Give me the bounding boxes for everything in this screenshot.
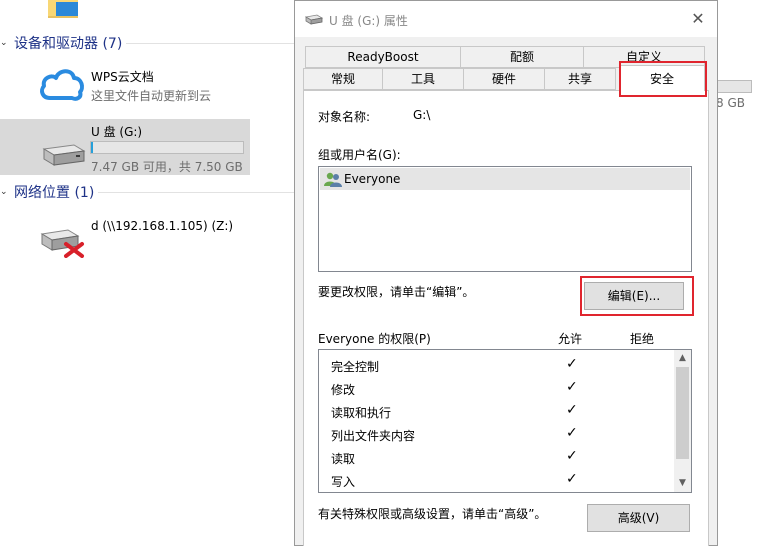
object-name-value: G:\	[413, 108, 431, 122]
network-section-title: 网络位置 (1)	[14, 185, 95, 201]
network-drive-item[interactable]: d (\\192.168.1.105) (Z:)	[0, 214, 250, 262]
close-icon: ✕	[691, 9, 705, 28]
scrollbar[interactable]: ▲ ▼	[674, 350, 691, 492]
allow-check-icon: ✓	[566, 379, 578, 395]
devices-section-title: 设备和驱动器 (7)	[14, 36, 123, 52]
disconnected-drive-icon	[38, 222, 86, 261]
permissions-label: Everyone 的权限(P)	[318, 332, 431, 346]
permission-row: 完全控制 ✓	[331, 356, 671, 376]
tab-tools[interactable]: 工具	[382, 68, 464, 90]
usb-name: U 盘 (G:)	[91, 125, 143, 139]
allow-check-icon: ✓	[566, 425, 578, 441]
permission-row: 列出文件夹内容 ✓	[331, 425, 671, 445]
close-button[interactable]: ✕	[687, 9, 709, 29]
cloud-icon	[38, 66, 86, 105]
allow-check-icon: ✓	[566, 356, 578, 372]
change-permission-hint: 要更改权限，请单击“编辑”。	[318, 285, 475, 299]
scroll-down-arrow-icon[interactable]: ▼	[674, 475, 691, 492]
deny-column-header: 拒绝	[630, 332, 655, 346]
permission-name: 修改	[331, 383, 356, 397]
dialog-title: U 盘 (G:) 属性	[329, 14, 408, 28]
tab-general[interactable]: 常规	[303, 68, 383, 90]
advanced-hint: 有关特殊权限或高级设置，请单击“高级”。	[318, 507, 547, 521]
usb-drive-icon	[40, 137, 86, 170]
tab-label: 硬件	[491, 72, 516, 86]
section-divider	[98, 192, 294, 193]
usb-capacity-bar	[90, 141, 244, 154]
chevron-down-icon: ⌄	[0, 38, 8, 48]
wps-cloud-item[interactable]: WPS云文档 这里文件自动更新到云	[0, 62, 250, 108]
network-section-header[interactable]: ⌄ 网络位置 (1)	[0, 183, 94, 201]
allow-check-icon: ✓	[566, 448, 578, 464]
tab-label: 配额	[509, 50, 534, 64]
allow-column-header: 允许	[558, 332, 583, 346]
usb-capacity-fill	[91, 142, 93, 153]
partial-capacity-bar	[716, 80, 752, 93]
permission-name: 完全控制	[331, 360, 380, 374]
allow-check-icon: ✓	[566, 402, 578, 418]
tab-label: 常规	[330, 72, 355, 86]
permission-name: 列出文件夹内容	[331, 429, 416, 443]
permission-name: 读取和执行	[331, 406, 392, 420]
allow-check-icon: ✓	[566, 471, 578, 487]
usb-space: 7.47 GB 可用，共 7.50 GB	[91, 160, 243, 174]
devices-section-header[interactable]: ⌄ 设备和驱动器 (7)	[0, 34, 122, 52]
permission-row: 读取和执行 ✓	[331, 402, 671, 422]
permission-row: 写入 ✓	[331, 471, 671, 491]
section-divider	[126, 43, 294, 44]
object-name-label: 对象名称:	[318, 110, 371, 124]
scrollbar-thumb[interactable]	[676, 367, 689, 459]
scroll-up-arrow-icon[interactable]: ▲	[674, 350, 691, 367]
partial-size: 8 GB	[716, 96, 745, 110]
advanced-button[interactable]: 高级(V)	[587, 504, 690, 532]
users-icon	[324, 171, 342, 190]
usb-drive-item[interactable]: U 盘 (G:) 7.47 GB 可用，共 7.50 GB	[0, 119, 250, 175]
user-name: Everyone	[344, 172, 401, 186]
permission-row: 修改 ✓	[331, 379, 671, 399]
tab-label: ReadyBoost	[347, 50, 419, 64]
tab-sharing[interactable]: 共享	[544, 68, 616, 90]
permission-name: 写入	[331, 475, 356, 489]
tab-label: 共享	[567, 72, 592, 86]
wps-name: WPS云文档	[91, 70, 154, 84]
permissions-list[interactable]: ▲ ▼ 完全控制 ✓ 修改 ✓ 读取和执行 ✓ 列出文件夹内容 ✓ 读取 ✓ 写入 ✓	[318, 349, 692, 493]
chevron-down-icon: ⌄	[0, 187, 8, 197]
properties-dialog: U 盘 (G:) 属性 ✕ ReadyBoost 配额 自定义 常规 工具 硬件…	[294, 0, 718, 546]
tab-label: 工具	[410, 72, 435, 86]
folder-icon[interactable]	[46, 0, 86, 18]
tab-quota[interactable]: 配额	[460, 46, 584, 68]
group-users-list[interactable]: Everyone	[318, 166, 692, 272]
tab-hardware[interactable]: 硬件	[463, 68, 545, 90]
permission-row: 读取 ✓	[331, 448, 671, 468]
security-tab-highlight	[619, 61, 707, 97]
advanced-button-label: 高级(V)	[617, 511, 660, 525]
wps-desc: 这里文件自动更新到云	[91, 89, 212, 103]
tab-readyboost[interactable]: ReadyBoost	[305, 46, 461, 68]
edit-button-highlight	[580, 276, 694, 316]
group-users-label: 组或用户名(G):	[318, 148, 401, 162]
usb-drive-small-icon	[304, 13, 324, 28]
permission-name: 读取	[331, 452, 356, 466]
dialog-titlebar[interactable]: U 盘 (G:) 属性 ✕	[295, 1, 717, 37]
list-item[interactable]: Everyone	[320, 168, 690, 190]
network-drive-name: d (\\192.168.1.105) (Z:)	[91, 219, 234, 233]
